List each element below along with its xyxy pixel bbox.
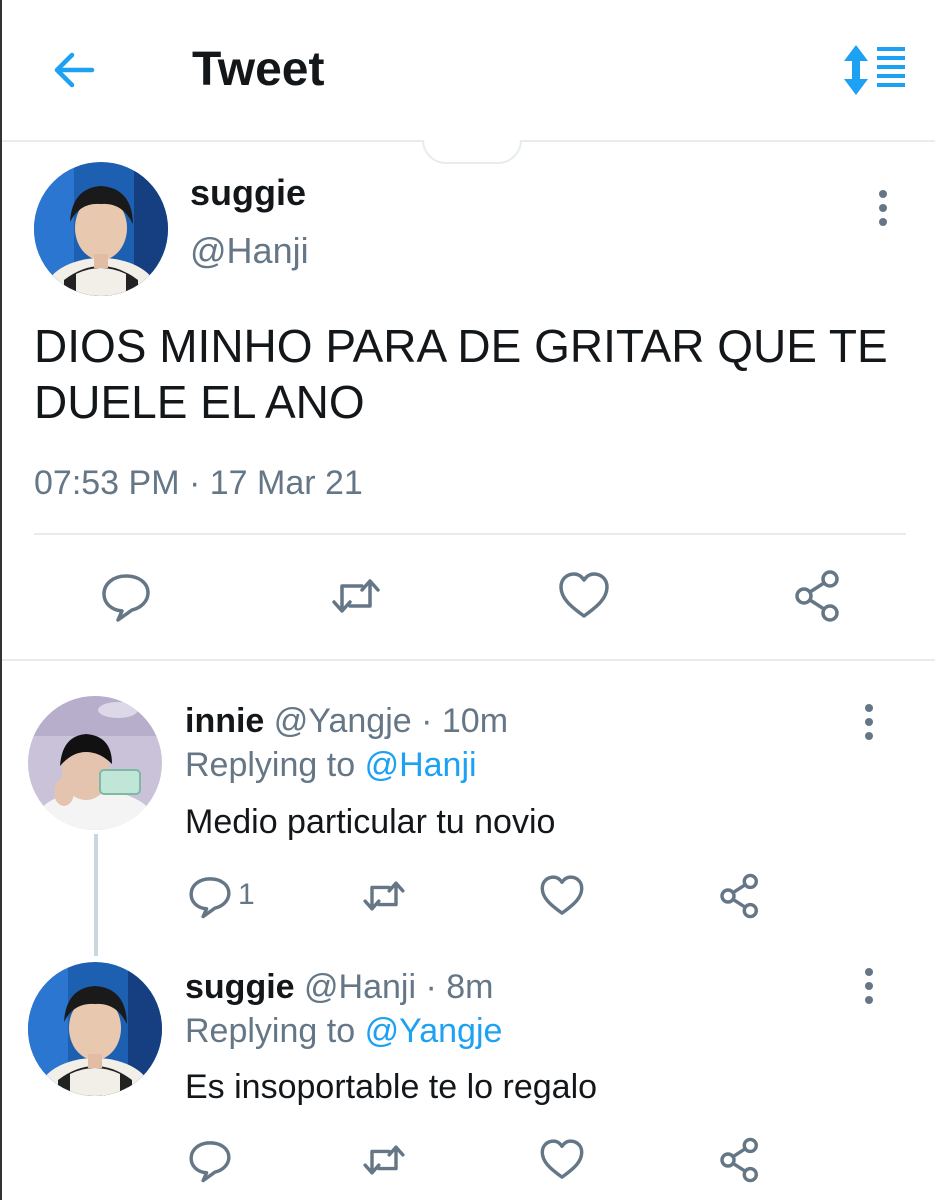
- replying-to: Replying to @Hanji: [185, 746, 477, 785]
- retweet-icon: [332, 579, 380, 613]
- reply-text: Es insoportable te lo regalo: [185, 1068, 598, 1106]
- reply-author-name[interactable]: innie: [185, 702, 264, 740]
- reply-header: innie @Yangje · 10m: [185, 702, 508, 741]
- separator-dot: ·: [421, 702, 433, 740]
- like-icon: [540, 875, 584, 915]
- more-vertical-icon: [865, 968, 873, 1004]
- thread-line: [94, 834, 98, 956]
- reply-icon: [102, 574, 150, 622]
- more-vertical-icon: [865, 704, 873, 740]
- share-icon: [795, 570, 839, 622]
- more-options-button[interactable]: [854, 966, 884, 1006]
- reply-time: 8m: [446, 968, 494, 1006]
- tweet-timestamp: 07:53 PM · 17 Mar 21: [34, 464, 363, 502]
- arrow-left-icon: [54, 52, 95, 88]
- top-bar: Tweet: [2, 0, 935, 142]
- more-options-button[interactable]: [868, 188, 898, 228]
- reply-author-handle[interactable]: @Yangje: [274, 702, 412, 740]
- reply-button[interactable]: [186, 872, 234, 920]
- more-vertical-icon: [879, 190, 887, 226]
- retweet-icon: [363, 1145, 405, 1175]
- tweet-author-handle[interactable]: @Hanji: [190, 230, 309, 272]
- refresh-pull-tab: [422, 140, 522, 164]
- replying-to-mention[interactable]: @Hanji: [365, 746, 477, 784]
- like-icon: [559, 572, 609, 618]
- retweet-button[interactable]: [328, 568, 384, 624]
- avatar[interactable]: [28, 696, 162, 830]
- replying-prefix: Replying to: [185, 746, 356, 784]
- share-button[interactable]: [716, 872, 764, 920]
- replying-prefix: Replying to: [185, 1012, 356, 1050]
- reply-button[interactable]: [186, 1136, 234, 1184]
- divider: [34, 533, 906, 535]
- retweet-button[interactable]: [360, 1136, 408, 1184]
- share-icon: [720, 1137, 758, 1183]
- avatar[interactable]: [28, 962, 162, 1096]
- like-button[interactable]: [538, 872, 586, 920]
- reply-count: 1: [238, 878, 255, 911]
- share-button[interactable]: [790, 568, 846, 624]
- tweet-author-name[interactable]: suggie: [190, 172, 306, 214]
- sort-button[interactable]: [843, 42, 907, 98]
- back-button[interactable]: [50, 46, 98, 94]
- retweet-icon: [363, 881, 405, 911]
- reply-author-handle[interactable]: @Hanji: [304, 968, 416, 1006]
- tweet-text: DIOS MINHO PARA DE GRITAR QUE TE DUELE E…: [34, 320, 888, 428]
- avatar-image: [28, 696, 162, 830]
- reply-time: 10m: [441, 702, 509, 740]
- more-options-button[interactable]: [854, 702, 884, 742]
- avatar-image: [34, 162, 168, 296]
- reply-author-name[interactable]: suggie: [185, 968, 295, 1006]
- sort-list-icon: [844, 45, 905, 95]
- like-button[interactable]: [556, 568, 612, 624]
- reply-button[interactable]: [98, 568, 154, 624]
- divider: [2, 659, 935, 661]
- reply-header: suggie @Hanji · 8m: [185, 968, 494, 1007]
- like-icon: [540, 1139, 584, 1179]
- reply-icon: [189, 1141, 231, 1183]
- like-button[interactable]: [538, 1136, 586, 1184]
- replying-to: Replying to @Yangje: [185, 1012, 502, 1051]
- avatar[interactable]: [34, 162, 168, 296]
- retweet-button[interactable]: [360, 872, 408, 920]
- reply-icon: [189, 877, 231, 919]
- share-button[interactable]: [716, 1136, 764, 1184]
- avatar-image: [28, 962, 162, 1096]
- replying-to-mention[interactable]: @Yangje: [365, 1012, 503, 1050]
- page-title: Tweet: [192, 43, 325, 96]
- separator-dot: ·: [425, 968, 437, 1006]
- tweet-screen: Tweet suggie @Hanji DIOS MINHO PARA DE G…: [0, 0, 935, 1200]
- share-icon: [720, 873, 758, 919]
- reply-text: Medio particular tu novio: [185, 803, 556, 841]
